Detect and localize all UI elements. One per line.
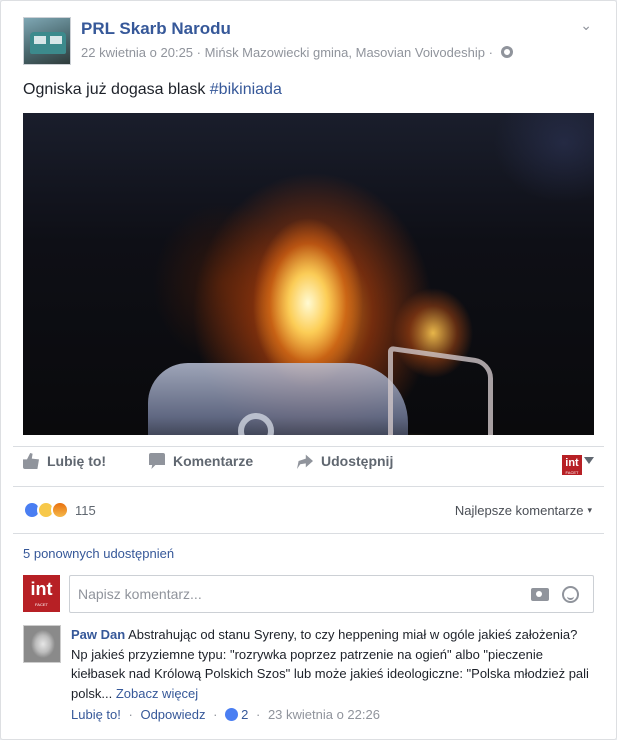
- post-date[interactable]: 22 kwietnia o 20:25: [81, 45, 193, 60]
- comment-timestamp[interactable]: 23 kwietnia o 22:26: [268, 707, 380, 722]
- comment-body: Paw Dan Abstrahując od stanu Syreny, to …: [71, 625, 594, 703]
- like-badge-icon: [225, 708, 239, 721]
- post-meta: 22 kwietnia o 20:25 · Mińsk Mazowiecki g…: [81, 45, 513, 60]
- post-text: Ogniska już dogasa blask #bikiniada: [23, 81, 282, 99]
- post-actions: Lubię to! Komentarze Udostępnij int FACE…: [23, 453, 594, 481]
- photo-tree-branches: [474, 113, 594, 233]
- comment-sort-dropdown[interactable]: Najlepsze komentarze: [455, 503, 592, 518]
- meta-separator: ·: [196, 45, 201, 60]
- comment-button[interactable]: Komentarze: [149, 453, 253, 469]
- comment-input[interactable]: [70, 576, 593, 612]
- divider: [13, 446, 604, 447]
- comment-label: Komentarze: [173, 453, 254, 469]
- comment-input-wrapper: [69, 575, 594, 613]
- comment-icon: [149, 453, 165, 469]
- camera-icon[interactable]: [531, 588, 549, 601]
- comment-footer: Lubię to! · Odpowiedz · 2 · 23 kwietnia …: [71, 707, 380, 722]
- thumbs-up-icon: [23, 453, 39, 469]
- divider: [13, 533, 604, 534]
- post-location[interactable]: Mińsk Mazowiecki gmina, Masovian Voivode…: [205, 45, 485, 60]
- see-more-link[interactable]: Zobacz więcej: [116, 686, 198, 701]
- int-logo-subtext: FACET: [35, 602, 48, 607]
- chevron-down-icon[interactable]: ⌄: [580, 17, 592, 34]
- int-logo-subtext: FACET: [565, 470, 579, 475]
- meta-separator: ·: [488, 45, 493, 60]
- comment-like-count[interactable]: 2: [241, 707, 248, 722]
- int-facet-logo[interactable]: int FACET: [562, 455, 582, 475]
- commenter-avatar[interactable]: [23, 625, 61, 663]
- like-button[interactable]: Lubię to!: [23, 453, 106, 469]
- page-avatar[interactable]: [23, 17, 71, 65]
- caret-down-icon[interactable]: [584, 457, 594, 464]
- photo-car-door: [388, 345, 493, 435]
- like-label: Lubię to!: [47, 453, 107, 469]
- share-button[interactable]: Udostępnij: [297, 453, 393, 469]
- post-message: Ogniska już dogasa blask: [23, 81, 206, 98]
- int-logo-text: int: [565, 457, 579, 469]
- page-name-link[interactable]: PRL Skarb Narodu: [81, 19, 231, 39]
- share-label: Udostępnij: [321, 453, 394, 469]
- separator-dot: ·: [213, 707, 218, 722]
- hashtag-link[interactable]: #bikiniada: [210, 81, 282, 98]
- separator-dot: ·: [255, 707, 261, 722]
- shares-link[interactable]: 5 ponownych udostępnień: [23, 546, 174, 561]
- comment-composer: int FACET: [23, 575, 594, 615]
- int-facet-avatar[interactable]: int FACET: [23, 575, 60, 612]
- reactions-summary[interactable]: 115: [23, 501, 96, 519]
- angry-reaction-icon: [51, 501, 69, 519]
- comment-author-link[interactable]: Paw Dan: [71, 627, 125, 642]
- comment-like-link[interactable]: Lubię to!: [71, 707, 121, 722]
- bus-image: [30, 32, 66, 54]
- divider: [13, 486, 604, 487]
- share-icon: [297, 454, 313, 469]
- int-logo-text: int: [30, 579, 53, 599]
- separator-dot: ·: [128, 707, 133, 722]
- post-photo[interactable]: [23, 113, 594, 435]
- reaction-count[interactable]: 115: [75, 503, 96, 518]
- globe-icon[interactable]: [500, 46, 513, 58]
- comment-reply-link[interactable]: Odpowiedz: [140, 707, 205, 722]
- post-header: PRL Skarb Narodu 22 kwietnia o 20:25 · M…: [23, 17, 596, 67]
- post-card: PRL Skarb Narodu 22 kwietnia o 20:25 · M…: [0, 0, 617, 740]
- photo-burning-car: [148, 363, 408, 435]
- emoji-icon[interactable]: [562, 586, 579, 603]
